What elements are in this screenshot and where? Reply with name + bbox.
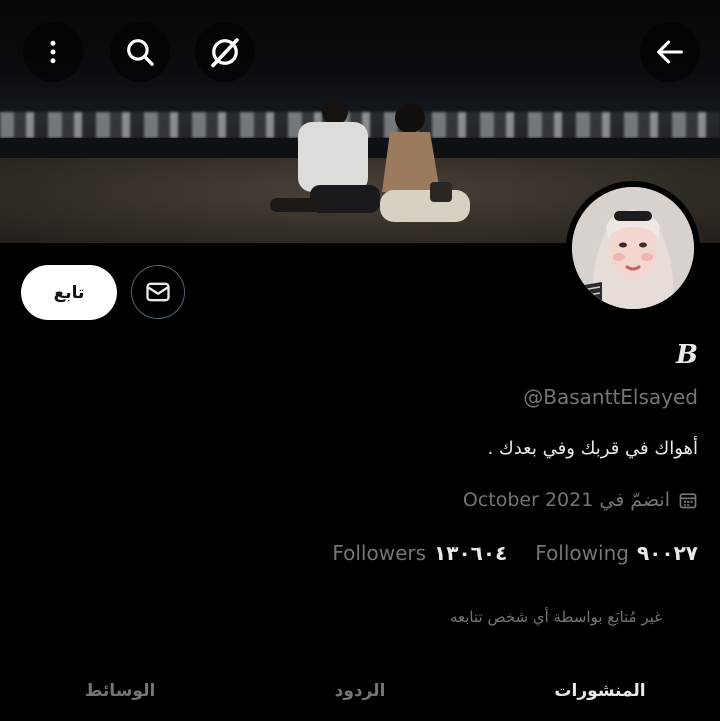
message-button[interactable]: [131, 265, 185, 319]
following-stat[interactable]: Following ٩٠٠٢٧: [535, 541, 698, 565]
join-date: انضمّ في October 2021: [463, 489, 698, 511]
follow-stats: Followers ١٣٠٦٠٤ Following ٩٠٠٢٧: [332, 541, 698, 565]
grok-icon: [211, 38, 239, 68]
calendar-icon: [679, 493, 697, 509]
back-button[interactable]: [640, 22, 700, 82]
following-count: ٩٠٠٢٧: [636, 541, 698, 565]
avatar-image: [572, 187, 694, 309]
tab-posts[interactable]: المنشورات: [480, 660, 720, 721]
profile-bio: أهواك في قربك وفي بعدك .: [487, 438, 698, 459]
search-button[interactable]: [110, 22, 170, 82]
followers-stat[interactable]: Followers ١٣٠٦٠٤: [332, 541, 507, 565]
tab-media[interactable]: الوسائط: [0, 660, 240, 721]
envelope-icon: [146, 282, 170, 302]
arrow-left-icon: [657, 40, 683, 64]
banner-couple-image: [270, 99, 470, 222]
not-followed-note: غير مُتابَع بواسطة أي شخص تتابعه: [449, 608, 662, 626]
followers-label: Followers: [332, 541, 427, 565]
profile-avatar[interactable]: [566, 181, 700, 315]
more-vertical-icon: [50, 40, 56, 64]
more-options-button[interactable]: [23, 22, 83, 82]
search-icon: [127, 39, 154, 66]
tab-replies[interactable]: الردود: [240, 660, 480, 721]
profile-tabs: المنشورات الردود الوسائط: [0, 660, 720, 721]
grok-button[interactable]: [195, 22, 255, 82]
user-handle: @BasanttElsayed: [523, 385, 698, 409]
following-label: Following: [535, 541, 629, 565]
display-name: B: [676, 340, 698, 370]
join-date-text: انضمّ في October 2021: [462, 489, 670, 511]
followers-count: ١٣٠٦٠٤: [434, 541, 508, 565]
follow-button[interactable]: تابع: [21, 265, 117, 320]
